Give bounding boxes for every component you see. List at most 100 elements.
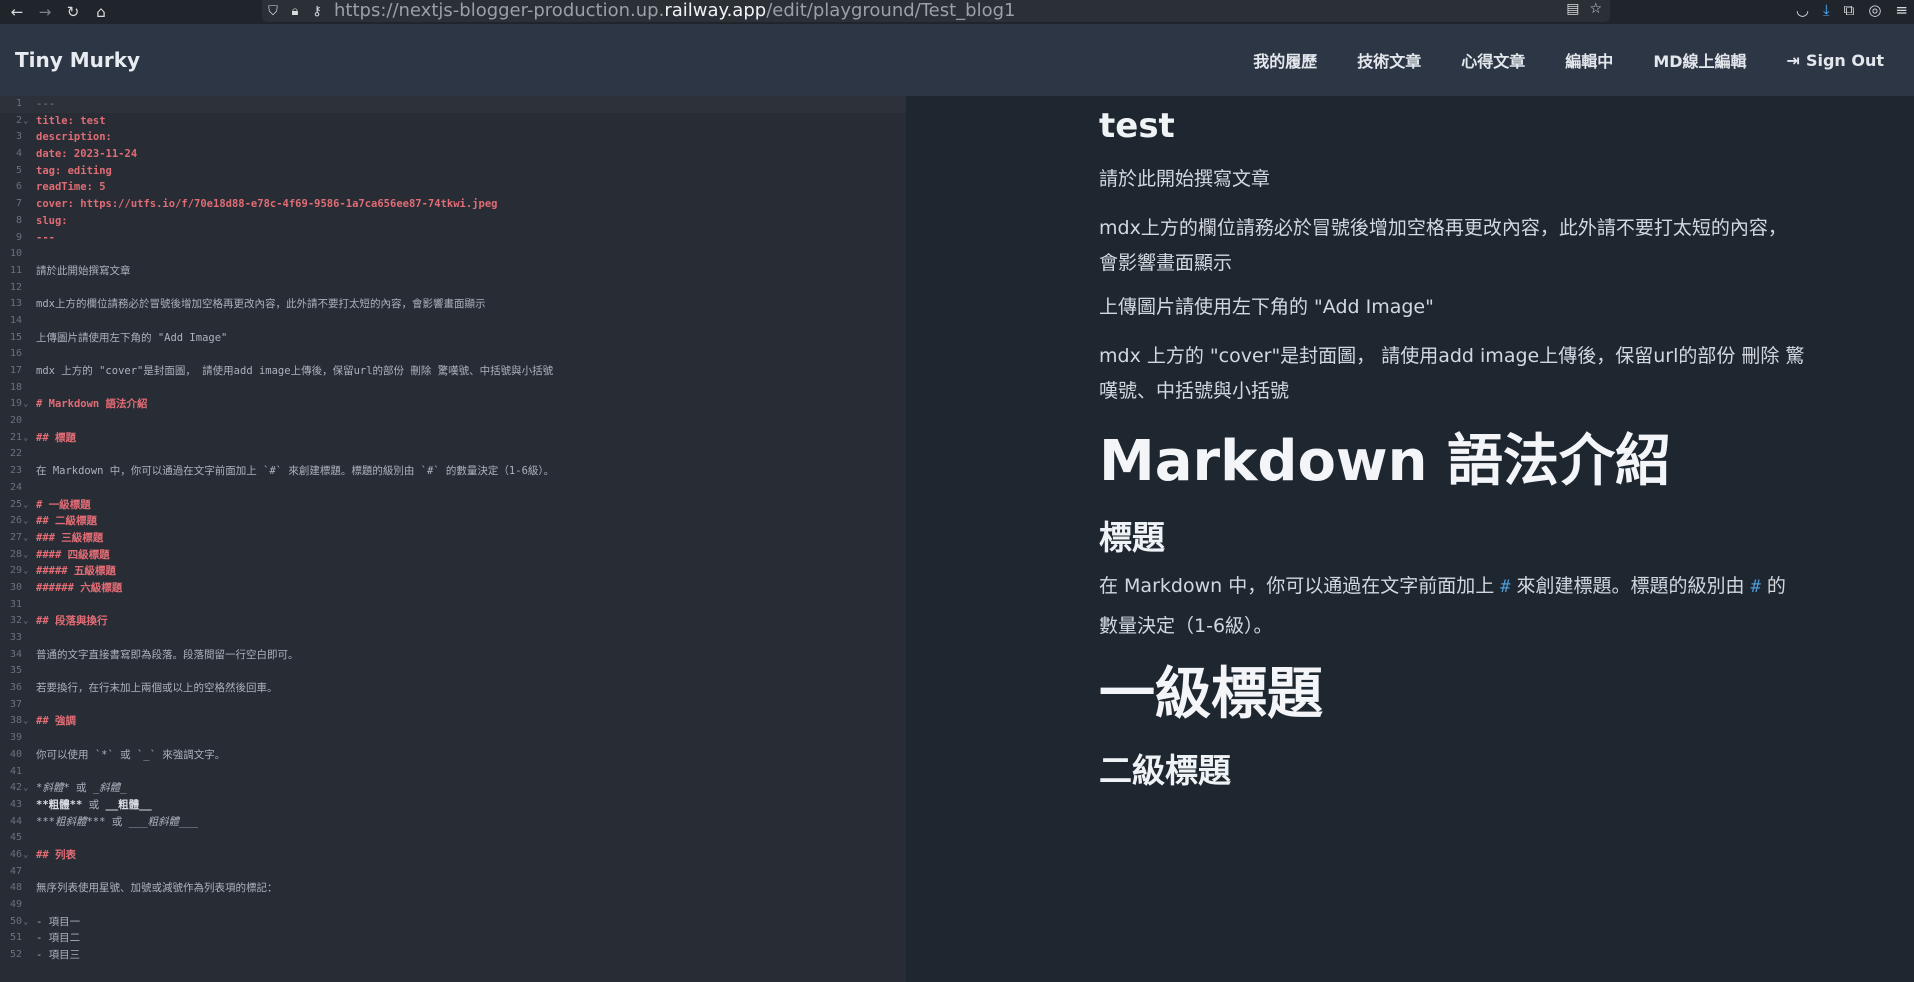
editor-line[interactable]: 13 mdx上方的欄位請務必於冒號後增加空格再更改內容，此外請不要打太短的內容，會… bbox=[0, 296, 906, 313]
nav-md-online-editor[interactable]: MD線上編輯 bbox=[1653, 48, 1746, 72]
forward-icon[interactable]: → bbox=[34, 2, 56, 22]
editor-line[interactable]: 21 ⌄ ## 標題 bbox=[0, 430, 906, 447]
editor-line[interactable]: 44 ***粗斜體*** 或 ___粗斜體___ bbox=[0, 814, 906, 831]
editor-line[interactable]: 38 ⌄ ## 強調 bbox=[0, 713, 906, 730]
editor-line[interactable]: 45 bbox=[0, 830, 906, 847]
editor-line[interactable]: 51 - 項目二 bbox=[0, 930, 906, 947]
editor-line[interactable]: 40 你可以使用 `*` 或 `_` 來強調文字。 bbox=[0, 747, 906, 764]
editor-line[interactable]: 31 bbox=[0, 597, 906, 614]
editor-line[interactable]: 26 ⌄ ## 二級標題 bbox=[0, 513, 906, 530]
editor-line[interactable]: 49 bbox=[0, 897, 906, 914]
home-icon[interactable]: ⌂ bbox=[90, 2, 112, 22]
nav-editing[interactable]: 編輯中 bbox=[1565, 48, 1613, 72]
editor-line[interactable]: 34 普通的文字直接書寫即為段落。段落間留一行空白即可。 bbox=[0, 647, 906, 664]
line-number: 44 bbox=[9, 815, 22, 827]
editor-line[interactable]: 29 ⌄ ##### 五級標題 bbox=[0, 563, 906, 580]
fold-chevron-icon[interactable]: ⌄ bbox=[23, 530, 28, 547]
editor-line[interactable]: 19 ⌄ # Markdown 語法介紹 bbox=[0, 396, 906, 413]
address-bar[interactable]: ⛉ 🔒︎ ⚷ https://nextjs-blogger-production… bbox=[262, 0, 1610, 22]
editor-line[interactable]: 6 readTime: 5 bbox=[0, 179, 906, 196]
back-icon[interactable]: ← bbox=[6, 2, 28, 22]
editor-line[interactable]: 1 --- bbox=[0, 96, 906, 113]
fold-chevron-icon[interactable]: ⌄ bbox=[23, 547, 28, 564]
preview-heading-2: 標題 bbox=[1099, 518, 1165, 557]
preview-paragraph: 上傳圖片請使用左下角的 "Add Image" bbox=[1099, 296, 1434, 318]
editor-line[interactable]: 15 上傳圖片請使用左下角的 "Add Image" bbox=[0, 330, 906, 347]
editor-line[interactable]: 10 bbox=[0, 246, 906, 263]
fold-chevron-icon[interactable]: ⌄ bbox=[23, 113, 28, 130]
fold-chevron-icon[interactable]: ⌄ bbox=[23, 780, 28, 797]
fold-chevron-icon[interactable]: ⌄ bbox=[23, 914, 28, 931]
editor-line[interactable]: 28 ⌄ #### 四級標題 bbox=[0, 547, 906, 564]
editor-line[interactable]: 46 ⌄ ## 列表 bbox=[0, 847, 906, 864]
permissions-icon[interactable]: ⚷ bbox=[306, 1, 328, 21]
editor-line[interactable]: 24 bbox=[0, 480, 906, 497]
editor-line[interactable]: 4 date: 2023-11-24 bbox=[0, 146, 906, 163]
code-token: __粗體__ bbox=[105, 798, 152, 811]
nav-resume[interactable]: 我的履歷 bbox=[1253, 48, 1317, 72]
bookmark-star-icon[interactable]: ☆ bbox=[1589, 1, 1602, 17]
code-token: - 項目一 bbox=[36, 915, 81, 928]
editor-line[interactable]: 27 ⌄ ### 三級標題 bbox=[0, 530, 906, 547]
editor-line[interactable]: 32 ⌄ ## 段落與換行 bbox=[0, 613, 906, 630]
editor-line[interactable]: 23 在 Markdown 中，你可以通過在文字前面加上 `#` 來創建標題。標題… bbox=[0, 463, 906, 480]
editor-line[interactable]: 7 cover: https://utfs.io/f/70e18d88-e78c-… bbox=[0, 196, 906, 213]
editor-line[interactable]: 47 bbox=[0, 864, 906, 881]
line-number: 26 bbox=[9, 515, 22, 527]
editor-line[interactable]: 12 bbox=[0, 280, 906, 297]
download-icon[interactable]: ⤓ bbox=[1823, 1, 1830, 19]
nav-tech-articles[interactable]: 技術文章 bbox=[1357, 48, 1421, 72]
editor-line[interactable]: 41 bbox=[0, 764, 906, 781]
line-code: 若要換行，在行末加上兩個或以上的空格然後回車。 bbox=[36, 680, 278, 697]
code-token: ## bbox=[36, 615, 55, 628]
editor-line[interactable]: 16 bbox=[0, 346, 906, 363]
fold-chevron-icon[interactable]: ⌄ bbox=[23, 847, 28, 864]
editor-line[interactable]: 52 - 項目三 bbox=[0, 947, 906, 964]
editor-line[interactable]: 35 bbox=[0, 663, 906, 680]
url-text[interactable]: https://nextjs-blogger-production.up.rai… bbox=[334, 1, 1016, 21]
fold-chevron-icon[interactable]: ⌄ bbox=[23, 513, 28, 530]
editor-line[interactable]: 9 --- bbox=[0, 230, 906, 247]
line-number: 30 bbox=[9, 581, 22, 593]
reload-icon[interactable]: ↻ bbox=[62, 2, 84, 22]
editor-line[interactable]: 36 若要換行，在行末加上兩個或以上的空格然後回車。 bbox=[0, 680, 906, 697]
markdown-editor[interactable]: 1 --- 2 ⌄ title: test 3 description: 4 date: 202… bbox=[0, 96, 906, 982]
account-icon[interactable]: ◎ bbox=[1868, 1, 1881, 19]
editor-line[interactable]: 48 無序列表使用星號、加號或減號作為列表項的標記： bbox=[0, 880, 906, 897]
editor-line[interactable]: 33 bbox=[0, 630, 906, 647]
editor-line[interactable]: 3 description: bbox=[0, 129, 906, 146]
editor-line[interactable]: 50 ⌄ - 項目一 bbox=[0, 914, 906, 931]
reader-view-icon[interactable]: ▤ bbox=[1566, 1, 1579, 17]
editor-line[interactable]: 18 bbox=[0, 380, 906, 397]
menu-icon[interactable]: ≡ bbox=[1895, 1, 1908, 19]
fold-chevron-icon[interactable]: ⌄ bbox=[23, 613, 28, 630]
editor-line[interactable]: 39 bbox=[0, 730, 906, 747]
nav-reflections[interactable]: 心得文章 bbox=[1461, 48, 1525, 72]
editor-line[interactable]: 42 ⌄ *斜體* 或 _斜體_ bbox=[0, 780, 906, 797]
fold-chevron-icon[interactable]: ⌄ bbox=[23, 563, 28, 580]
editor-line[interactable]: 8 slug: bbox=[0, 213, 906, 230]
app-header: Tiny Murky 我的履歷 技術文章 心得文章 編輯中 MD線上編輯 ⇥ S… bbox=[0, 24, 1914, 96]
editor-line[interactable]: 30 ###### 六級標題 bbox=[0, 580, 906, 597]
editor-line[interactable]: 5 tag: editing bbox=[0, 163, 906, 180]
editor-line[interactable]: 14 bbox=[0, 313, 906, 330]
editor-line[interactable]: 22 bbox=[0, 446, 906, 463]
editor-line[interactable]: 20 bbox=[0, 413, 906, 430]
lock-icon[interactable]: 🔒︎ bbox=[284, 1, 306, 21]
editor-line[interactable]: 11 請於此開始撰寫文章 bbox=[0, 263, 906, 280]
fold-chevron-icon[interactable]: ⌄ bbox=[23, 396, 28, 413]
editor-line[interactable]: 25 ⌄ # 一級標題 bbox=[0, 497, 906, 514]
editor-line[interactable]: 2 ⌄ title: test bbox=[0, 113, 906, 130]
sign-out-button[interactable]: ⇥ Sign Out bbox=[1787, 51, 1884, 70]
shield-icon[interactable]: ⛉ bbox=[262, 1, 284, 21]
editor-line[interactable]: 17 mdx 上方的 "cover"是封面圖， 請使用add image上傳後，保… bbox=[0, 363, 906, 380]
editor-line[interactable]: 43 **粗體** 或 __粗體__ bbox=[0, 797, 906, 814]
fold-chevron-icon[interactable]: ⌄ bbox=[23, 713, 28, 730]
code-token: ## bbox=[36, 715, 55, 728]
editor-line[interactable]: 37 bbox=[0, 697, 906, 714]
brand-logo[interactable]: Tiny Murky bbox=[15, 48, 140, 72]
fold-chevron-icon[interactable]: ⌄ bbox=[23, 497, 28, 514]
extensions-icon[interactable]: ⧉ bbox=[1844, 1, 1855, 19]
fold-chevron-icon[interactable]: ⌄ bbox=[23, 430, 28, 447]
pocket-icon[interactable]: ◡ bbox=[1796, 1, 1809, 19]
